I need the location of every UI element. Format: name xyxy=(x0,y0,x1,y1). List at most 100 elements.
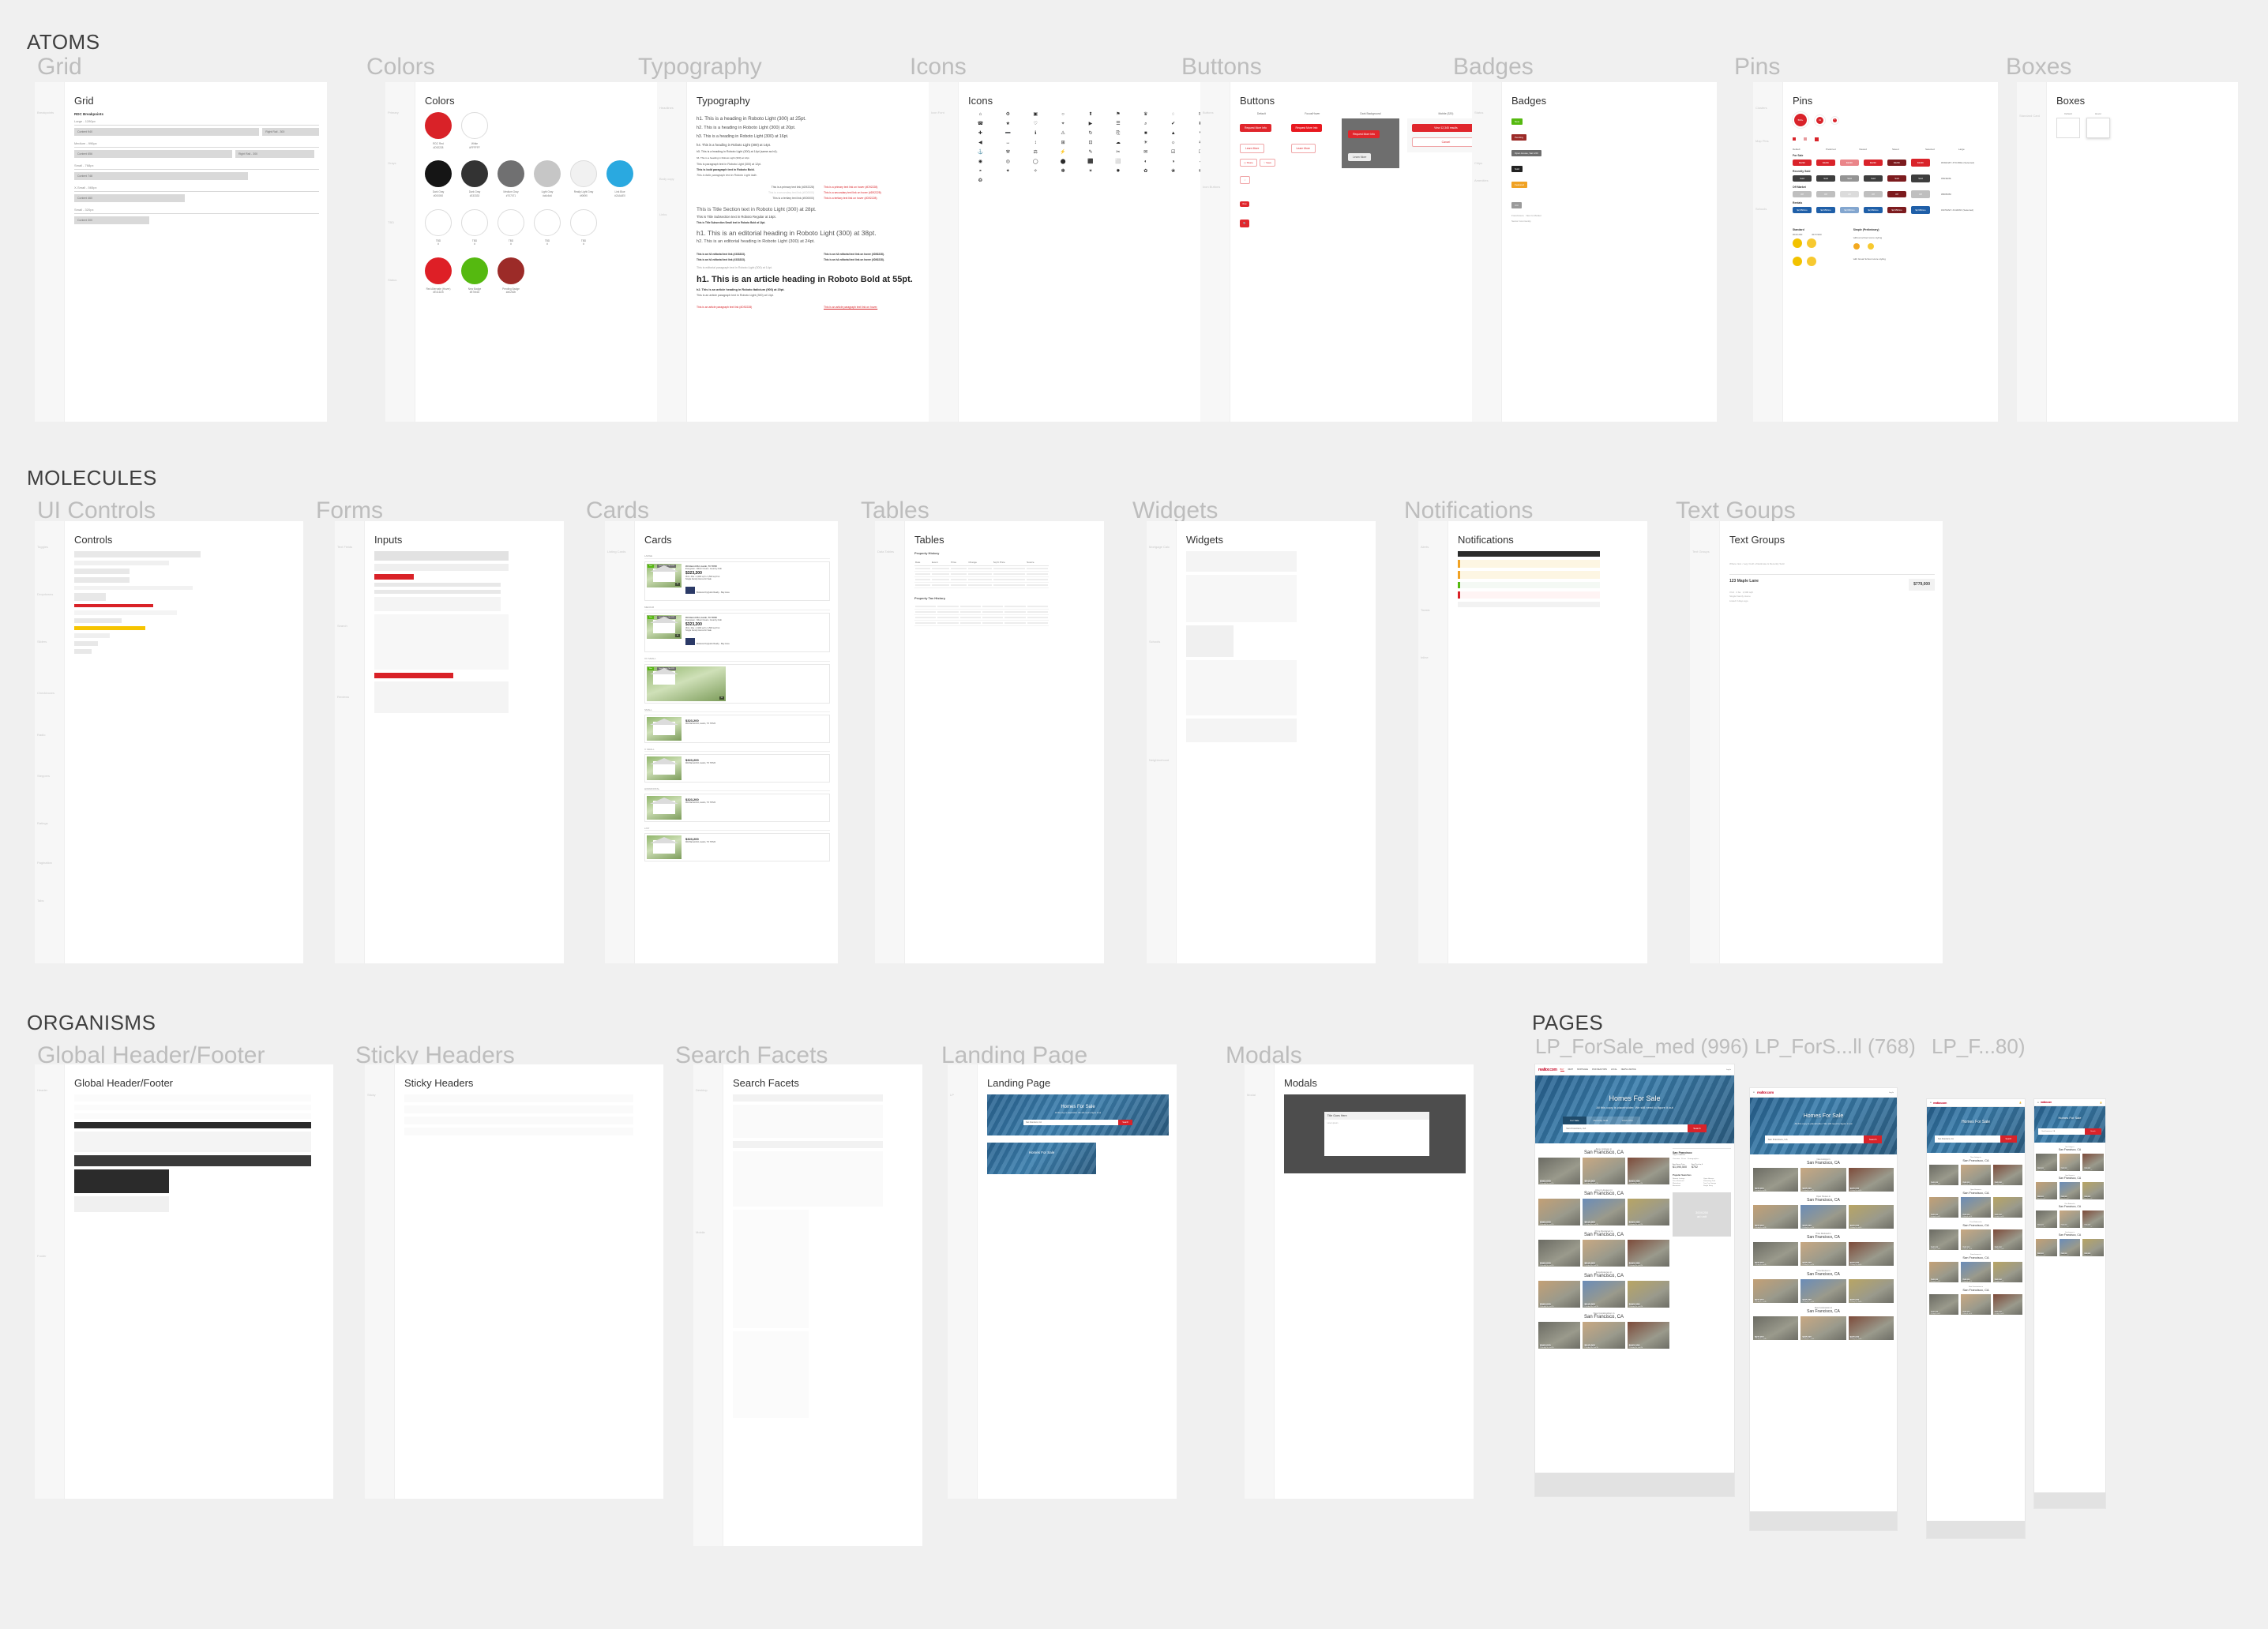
icon-glyph-2[interactable]: ▣ xyxy=(1023,112,1048,117)
map-pin[interactable]: Off xyxy=(1887,191,1906,197)
icon-glyph-57[interactable]: ✽ xyxy=(1051,169,1076,174)
artboard-buttons[interactable]: Buttons Icon Buttons Buttons Default Req… xyxy=(1200,82,1493,422)
article-link-hover-sample[interactable]: This is an article paragraph text link o… xyxy=(824,306,941,309)
listing-card-thumb[interactable]: $945,000 1234 Any St, Unit 2b xyxy=(2082,1210,2105,1228)
hero-search-input[interactable]: San Francisco, CA xyxy=(2038,1128,2086,1135)
icon-glyph-48[interactable]: ⬤ xyxy=(1051,160,1076,164)
listing-card-thumb[interactable]: $945,000 1234 Any St, Unit 2b xyxy=(2059,1154,2081,1171)
listing-photo[interactable] xyxy=(647,716,682,741)
map-pin[interactable]: $323K xyxy=(1816,160,1835,166)
artboard-colors[interactable]: Primary Grays TBD Status Colors RDC Red #… xyxy=(385,82,678,422)
hero-tab-1[interactable]: Recently Sold xyxy=(1586,1117,1616,1124)
listing-card-thumb[interactable]: $945,000 1234 Any St, Unit 2b xyxy=(2059,1182,2081,1199)
popular-search-link[interactable]: Single Story xyxy=(1703,1185,1731,1187)
cluster-pin-small[interactable]: 9 xyxy=(1831,116,1838,124)
artboard-typography[interactable]: Headlines Body copy Links Typography h1.… xyxy=(657,82,949,422)
map-pin[interactable]: $2,950/mo xyxy=(1816,207,1835,213)
map-pin[interactable]: Off xyxy=(1793,191,1812,197)
color-swatch[interactable]: Medium Gray #707071 xyxy=(498,160,524,197)
hero-tab-0[interactable]: For Sale xyxy=(1563,1117,1586,1124)
listing-card-thumb[interactable]: $945,000 1234 Any St, Unit 2b xyxy=(1992,1229,2022,1250)
listing-card-thumb[interactable]: $945,000 1234 Any St, Unit 2b xyxy=(2059,1239,2081,1256)
listing-card-thumb[interactable]: $945,000 1234 Any St, Unit 2b xyxy=(1848,1205,1894,1229)
icon-glyph-42[interactable]: ✉ xyxy=(1133,150,1158,155)
icon-glyph-50[interactable]: ⬜ xyxy=(1106,160,1130,164)
icon-glyph-18[interactable]: ✚ xyxy=(968,131,993,136)
box-default[interactable]: Default xyxy=(2056,112,2080,138)
artboard-widgets[interactable]: Mortgage Calc Schools Neighborhood Widge… xyxy=(1147,521,1376,963)
listing-card-thumb[interactable]: $945,000 1234 Any St, Unit 2b xyxy=(2082,1182,2105,1199)
rail-popular-searches[interactable]: Newest Listings Open Houses Price Reduced S… xyxy=(1673,1178,1731,1187)
listing-card-thumb[interactable]: $945,000 1234 Any St, Unit 2b xyxy=(1801,1168,1846,1192)
icon-glyph-40[interactable]: ✎ xyxy=(1079,150,1103,155)
listing-card-thumb[interactable]: $945,000 1234 Any St, Unit 2b xyxy=(1753,1168,1799,1192)
artboard-badges[interactable]: Status Chips Amenities Badges New Pending… xyxy=(1472,82,1717,422)
request-more-info-button[interactable]: Request More Info xyxy=(1240,124,1271,132)
icon-glyph-29[interactable]: ↕ xyxy=(1023,141,1048,145)
icon-glyph-21[interactable]: ⚠ xyxy=(1051,131,1076,136)
cluster-pin-medium[interactable]: 49 xyxy=(1815,114,1825,126)
color-swatch[interactable]: Pending Badge #a02b2b xyxy=(498,257,524,295)
icon-glyph-14[interactable]: ☰ xyxy=(1106,122,1130,126)
listing-card-thumb[interactable]: $945,000 1234 Any St, Unit 2b xyxy=(1929,1294,1959,1315)
hamburger-icon[interactable]: ☰ xyxy=(1930,1102,1932,1104)
color-swatch[interactable]: Light Gray #c6c6c6 xyxy=(534,160,561,197)
realtor-logo[interactable]: realtor.com xyxy=(2041,1101,2052,1104)
realtor-logo[interactable]: realtor.com xyxy=(1538,1068,1557,1072)
artboard-search-facets[interactable]: Desktop Mobile Search Facets xyxy=(693,1064,922,1546)
landing-search-input[interactable]: San Francisco, CA xyxy=(1023,1120,1119,1125)
popular-search-link[interactable]: Basement xyxy=(1673,1185,1700,1187)
notification-bell-icon[interactable]: 🔔 xyxy=(2019,1102,2022,1104)
dot-pin-selected[interactable] xyxy=(1815,137,1819,141)
icon-glyph-25[interactable]: ▲ xyxy=(1161,131,1185,136)
favorite-icon-button[interactable]: ♡ xyxy=(1240,176,1250,184)
listing-card-thumb[interactable]: $945,000 1234 Any St, Unit 2b xyxy=(1583,1158,1625,1184)
editorial-link-h4[interactable]: This is an h4 editorial text link (#3333… xyxy=(697,258,814,261)
icon-glyph-22[interactable]: ↻ xyxy=(1079,131,1103,136)
map-pin[interactable]: $2,950/mo xyxy=(1911,206,1930,214)
submit-review-button[interactable] xyxy=(374,673,453,678)
page-thumb-lp-xs[interactable]: ☰ realtor.com 🔔 Homes For Sale San Franc… xyxy=(1927,1099,2025,1538)
map-pin[interactable]: Off xyxy=(1911,190,1930,198)
listing-card-thumb[interactable]: $945,000 1234 Any St, Unit 2b xyxy=(1992,1197,2022,1218)
listing-card-thumb[interactable]: $945,000 1234 Any St, Unit 2b xyxy=(1992,1165,2022,1185)
listing-card[interactable]: NewOpen House, Sat 1/2336904 Barrett Rd,… xyxy=(644,663,830,704)
icon-glyph-61[interactable]: ❀ xyxy=(1161,169,1185,174)
icon-glyph-43[interactable]: ☑ xyxy=(1161,150,1185,155)
hero-search[interactable]: San Francisco, CA Search xyxy=(2038,1128,2101,1135)
icon-glyph-28[interactable]: ↔ xyxy=(996,141,1020,145)
listing-card-thumb[interactable]: $945,000 1234 Any St, Unit 2b xyxy=(1801,1316,1846,1340)
icon-glyph-12[interactable]: ⌖ xyxy=(1051,122,1076,126)
listing-card-thumb[interactable]: $945,000 1234 Any St, Unit 2b xyxy=(1753,1242,1799,1266)
color-swatch[interactable]: TBD # xyxy=(534,208,561,246)
range-slider-fill[interactable] xyxy=(74,604,153,607)
artboard-landing-page[interactable]: LP Landing Page Homes For Sale All this … xyxy=(948,1064,1177,1499)
listing-card-thumb[interactable]: $945,000 1234 Any St, Unit 2b xyxy=(2036,1154,2057,1171)
school-pin-icon[interactable] xyxy=(1807,238,1816,248)
icon-glyph-41[interactable]: ✂ xyxy=(1106,150,1130,155)
artboard-cards[interactable]: Listing Cards Cards LARGE New Open House, … xyxy=(605,521,838,963)
icon-glyph-63[interactable]: ❂ xyxy=(968,178,993,183)
nav-link-find-realtors[interactable]: FIND REALTORS xyxy=(1592,1068,1607,1072)
listing-photo[interactable] xyxy=(647,756,682,780)
listing-card-thumb[interactable]: $945,000 1234 Any St, Unit 2b xyxy=(1753,1279,1799,1303)
rail-links[interactable]: Overview · Prices · Demographics xyxy=(1673,1158,1731,1160)
listing-card-thumb[interactable]: $945,000 1234 Any St, Unit 2b xyxy=(1801,1242,1846,1266)
popular-search-link[interactable]: Newest Listings xyxy=(1673,1178,1700,1180)
listing-photo[interactable]: New Open House, Sat 1/23 36 xyxy=(647,666,726,701)
hero-tabs[interactable]: For Sale Recently Sold Find a Pro xyxy=(1563,1117,1640,1124)
search-icon-button[interactable]: 🔍 xyxy=(1240,220,1250,227)
color-swatch[interactable]: Red Alternate (Hover) #E41D25 xyxy=(425,257,452,295)
icon-glyph-30[interactable]: ⊞ xyxy=(1051,141,1076,145)
map-pin[interactable]: $323K xyxy=(1840,160,1859,166)
hero-search-button[interactable]: Search xyxy=(1688,1124,1707,1132)
listing-card-thumb[interactable]: $945,000 1234 Any St, Unit 2b xyxy=(1583,1322,1625,1349)
dot-pin-default[interactable] xyxy=(1793,137,1796,141)
map-pin[interactable]: $323K xyxy=(1793,160,1812,166)
map-pin[interactable]: Off xyxy=(1816,191,1835,197)
icon-glyph-20[interactable]: ℹ xyxy=(1023,131,1048,136)
hero-search-input[interactable]: San Francisco, CA xyxy=(1563,1124,1688,1132)
artboard-ui-controls[interactable]: Toggles Dropdowns Sliders Checkboxes Rad… xyxy=(35,521,303,963)
hero-search[interactable]: San Francisco, CA Search xyxy=(1764,1135,1883,1143)
listing-card-thumb[interactable]: $945,000 1234 Any St, Unit 2b xyxy=(1929,1229,1959,1250)
